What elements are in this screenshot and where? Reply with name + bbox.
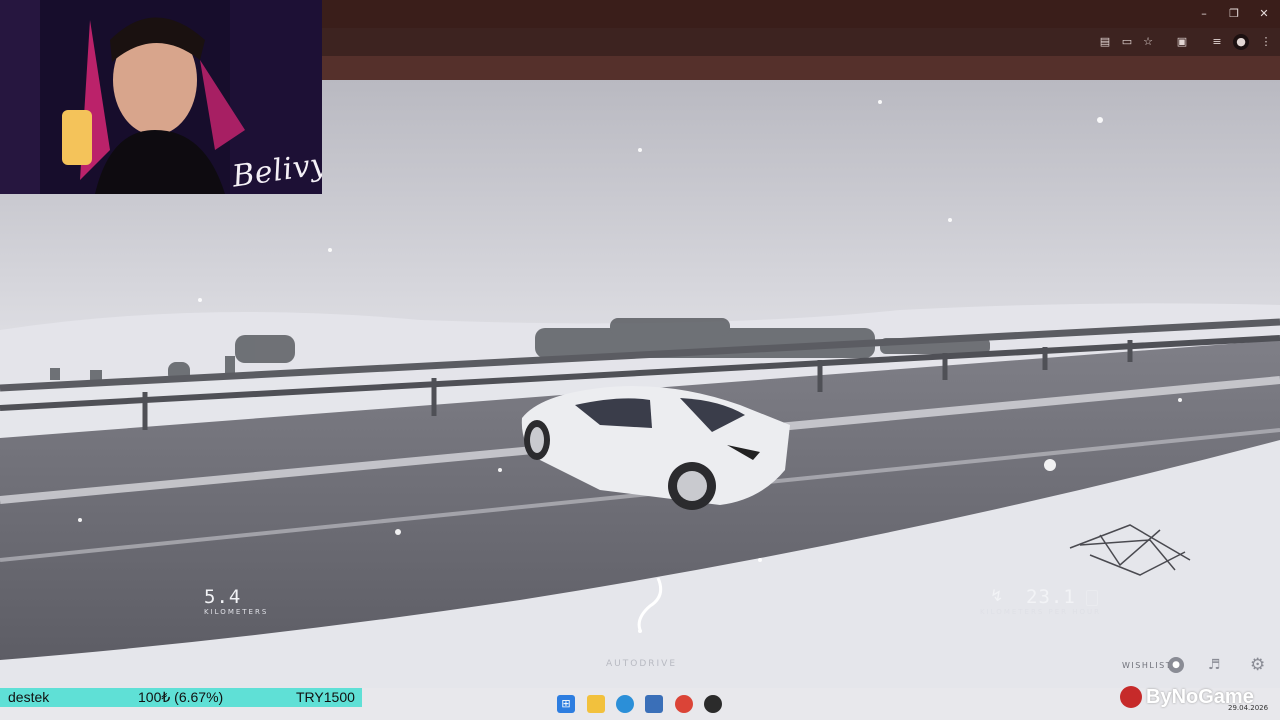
sound-icon[interactable]: ♬ [1208, 657, 1224, 673]
more-icon[interactable]: ⋮ [1258, 34, 1274, 50]
distance-label: KILOMETERS [204, 608, 269, 616]
profile-icon[interactable]: ● [1233, 34, 1249, 50]
translate-icon[interactable]: ▤ [1097, 34, 1113, 50]
bookmark-star-icon[interactable]: ☆ [1140, 34, 1156, 50]
donation-goal-bar: destek 100₺ (6.67%) TRY1500 [0, 688, 362, 707]
store-icon[interactable] [645, 695, 663, 713]
obs-icon[interactable] [704, 695, 722, 713]
install-app-icon[interactable]: ▭ [1119, 34, 1135, 50]
gear-icon[interactable]: ⚙ [1250, 656, 1268, 674]
chrome-icon[interactable] [675, 695, 693, 713]
minimize-icon[interactable]: – [1196, 6, 1212, 22]
webcam-overlay: Belivyr [0, 0, 322, 194]
lock-icon [1086, 590, 1098, 606]
autodrive-button[interactable]: AUTODRIVE [606, 659, 677, 669]
donation-goal: TRY1500 [296, 689, 355, 705]
tray-date: 29.04.2026 [1228, 704, 1269, 712]
wishlist-link[interactable]: WISHLIST [1122, 661, 1172, 670]
edge-icon[interactable] [616, 695, 634, 713]
restore-icon[interactable]: ❐ [1226, 6, 1242, 22]
file-explorer-icon[interactable] [587, 695, 605, 713]
windows-start-icon[interactable]: ⊞ [557, 695, 575, 713]
bolt-icon: ↯ [990, 586, 1004, 605]
distance-value: 5.4 [204, 586, 242, 608]
donation-progress-text: 100₺ (6.67%) [138, 689, 224, 705]
speed-value: 23.1 [1026, 586, 1076, 608]
media-control-icon[interactable]: ≡ [1209, 34, 1225, 50]
steam-icon[interactable]: ● [1168, 657, 1184, 673]
donation-label: destek [8, 689, 50, 705]
watermark-logo-icon [1120, 686, 1142, 708]
speed-label: KILOMETERS PER HOUR [980, 608, 1102, 616]
extensions-icon[interactable]: ▣ [1174, 34, 1190, 50]
close-icon[interactable]: ✕ [1256, 6, 1272, 22]
